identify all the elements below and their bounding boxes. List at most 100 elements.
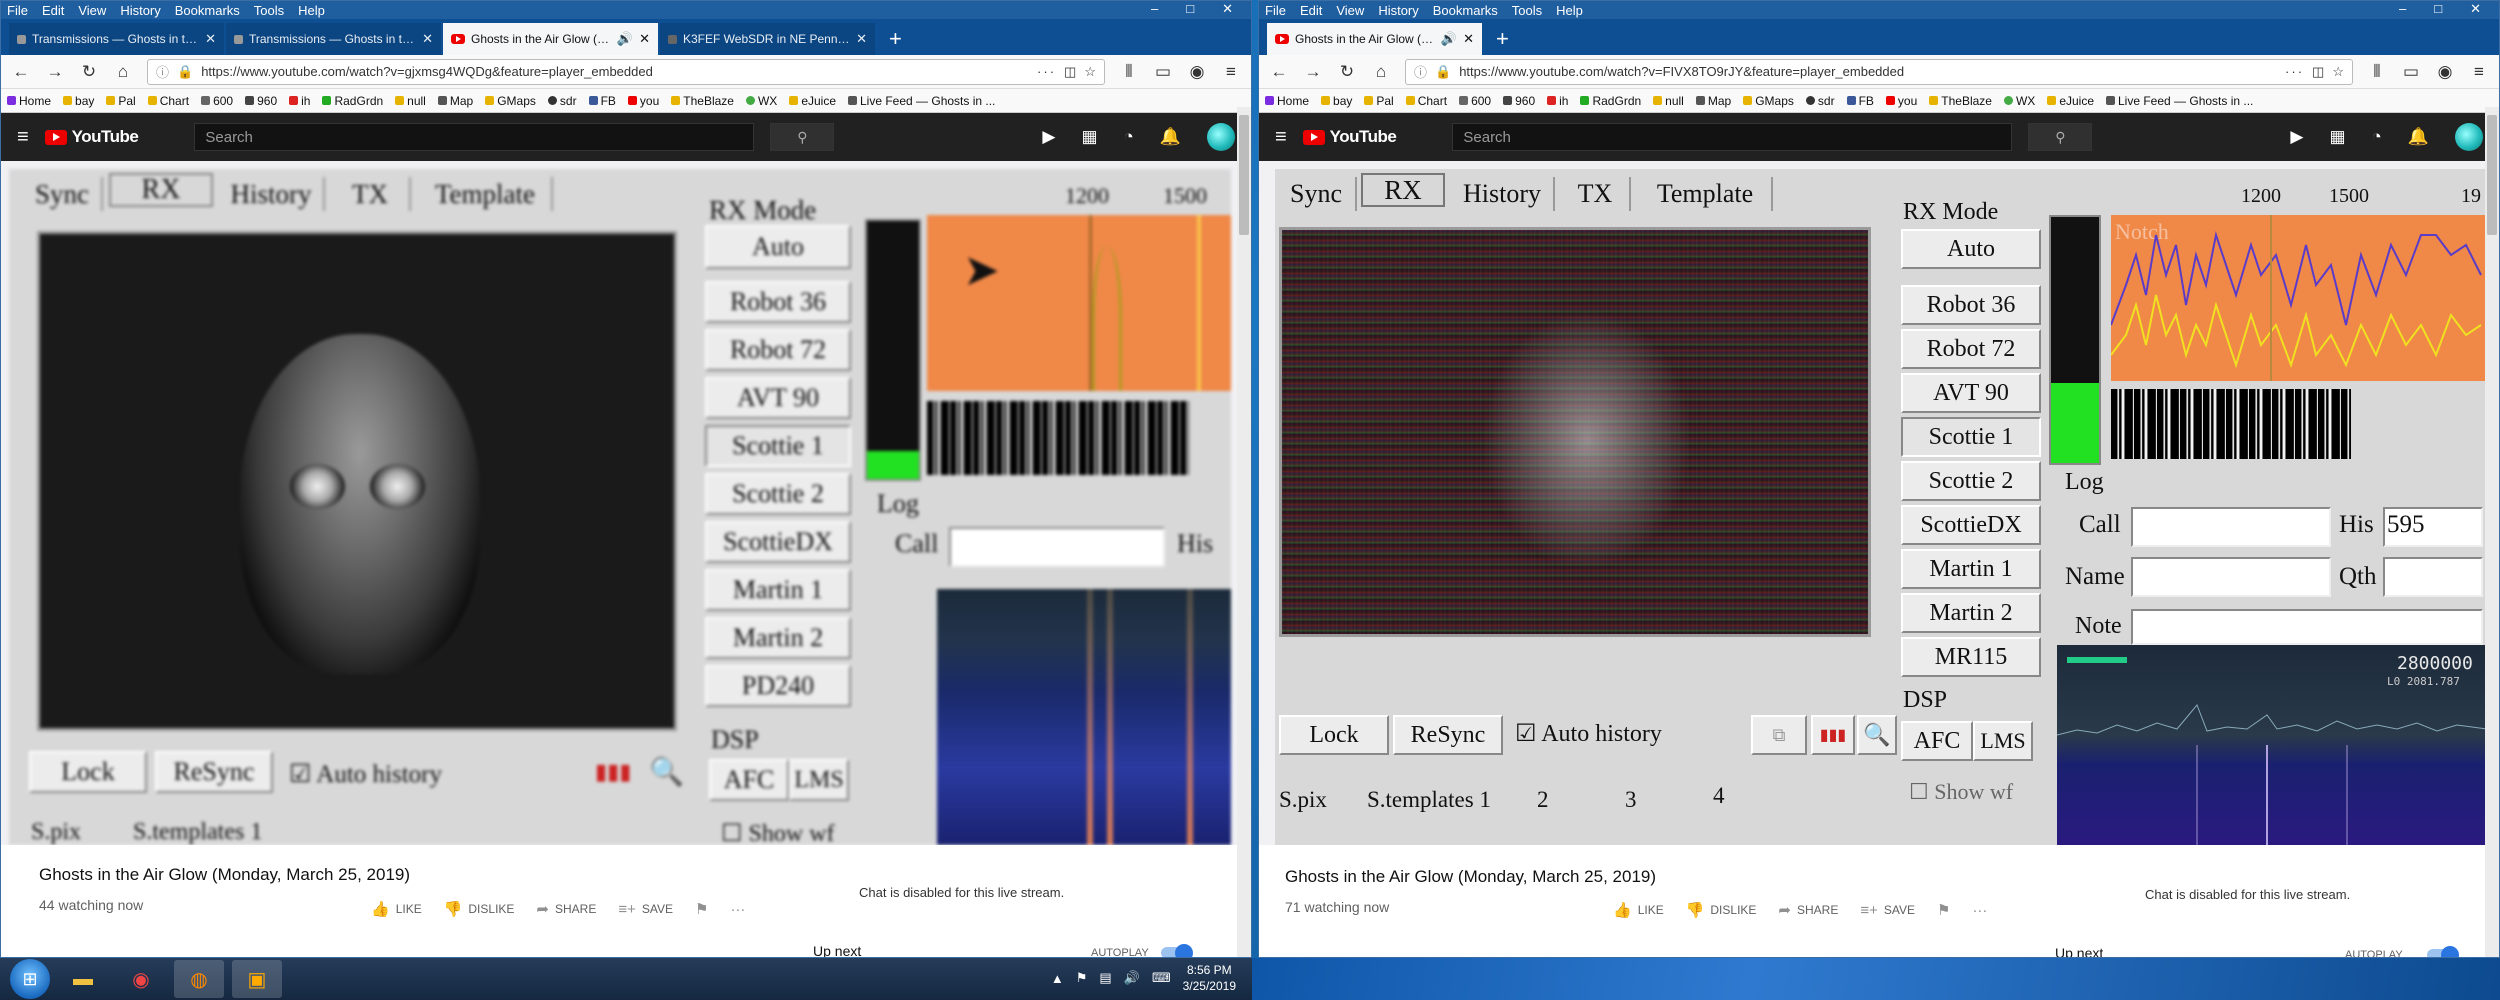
close-tab-icon[interactable]: ✕ xyxy=(856,31,867,47)
bookmark[interactable]: TheBlaze xyxy=(1929,94,1992,108)
mode-robot-72[interactable]: Robot 72 xyxy=(705,329,851,371)
menu-view[interactable]: View xyxy=(1336,3,1364,18)
mode-avt-90[interactable]: AVT 90 xyxy=(1901,373,2041,413)
mode-scottie-1[interactable]: Scottie 1 xyxy=(705,425,851,467)
start-button[interactable]: ⊞ xyxy=(10,959,50,999)
name-input[interactable] xyxy=(2131,557,2331,597)
bookmark[interactable]: sdr xyxy=(1805,94,1835,108)
star-icon[interactable]: ☆ xyxy=(1084,64,1096,80)
color-bars-button[interactable]: ▮▮▮ xyxy=(1811,715,1855,755)
tab-sync[interactable]: Sync xyxy=(1277,177,1357,211)
menu-file[interactable]: File xyxy=(1265,3,1286,18)
mode-mr115[interactable]: MR115 xyxy=(1901,637,2041,677)
create-video-icon[interactable]: ▶︎ xyxy=(1042,127,1055,147)
messages-icon[interactable]: ◔ xyxy=(1124,127,1134,147)
browser-tab[interactable]: Transmissions — Ghosts in the Air ✕ xyxy=(226,23,441,55)
save-button[interactable]: ≡+ SAVE xyxy=(1860,902,1915,919)
bookmark[interactable]: null xyxy=(1653,94,1684,108)
url-bar[interactable]: ⓘ 🔒 https://www.youtube.com/watch?v=FIVX… xyxy=(1405,58,2353,85)
menu-help[interactable]: Help xyxy=(1556,3,1583,18)
back-arrow-icon[interactable]: ← xyxy=(11,62,31,82)
file-explorer-icon[interactable]: ▬ xyxy=(58,960,108,998)
create-video-icon[interactable]: ▶︎ xyxy=(2290,127,2303,147)
report-button[interactable]: ⚑ xyxy=(1937,901,1950,919)
mode-auto[interactable]: Auto xyxy=(1901,229,2041,269)
messages-icon[interactable]: ◔ xyxy=(2372,127,2382,147)
share-button[interactable]: ➦ SHARE xyxy=(536,900,596,918)
firefox-icon[interactable]: ◍ xyxy=(174,960,224,998)
pocket-icon[interactable]: ◫ xyxy=(2312,64,2324,80)
lock-button[interactable]: Lock xyxy=(1279,715,1389,755)
bookmark[interactable]: Live Feed — Ghosts in ... xyxy=(2106,94,2253,108)
mode-scottiedx[interactable]: ScottieDX xyxy=(1901,505,2041,545)
volume-icon[interactable]: 🔊 xyxy=(1124,970,1140,986)
menu-history[interactable]: History xyxy=(120,3,160,18)
like-button[interactable]: 👍 LIKE xyxy=(1613,901,1664,919)
note-input[interactable] xyxy=(2131,609,2483,645)
maximize-button[interactable]: □ xyxy=(2434,1,2442,17)
new-tab-button[interactable]: + xyxy=(877,23,914,55)
templates-tab-4[interactable]: 4 xyxy=(1713,783,1725,809)
bookmark[interactable]: TheBlaze xyxy=(671,94,734,108)
keyboard-icon[interactable]: ⌨ xyxy=(1152,970,1171,986)
browser-tab[interactable]: Transmissions — Ghosts in the Air ✕ xyxy=(9,23,224,55)
browser-tab[interactable]: K3FEF WebSDR in NE Pennsylvania ✕ xyxy=(660,23,875,55)
youtube-logo[interactable]: YouTube xyxy=(1302,127,1397,147)
maximize-button[interactable]: □ xyxy=(1186,1,1194,17)
dislike-button[interactable]: 👎 DISLIKE xyxy=(444,900,515,918)
notifications-bell-icon[interactable]: 🔔 xyxy=(1160,127,1181,147)
home-icon[interactable]: ⌂ xyxy=(1371,62,1391,82)
menu-tools[interactable]: Tools xyxy=(254,3,284,18)
call-input[interactable] xyxy=(949,527,1165,567)
reload-icon[interactable]: ↻ xyxy=(79,62,99,82)
apps-grid-icon[interactable]: ▦ xyxy=(1081,127,1097,147)
menu-icon[interactable]: ≡ xyxy=(1221,62,1241,82)
autoplay-toggle[interactable] xyxy=(2427,946,2459,957)
bookmark[interactable]: RadGrdn xyxy=(1580,94,1641,108)
mode-pd240[interactable]: PD240 xyxy=(705,665,851,707)
copy-button[interactable]: ⧉ xyxy=(1751,715,1807,755)
bookmark[interactable]: WX xyxy=(2003,94,2035,108)
bookmark[interactable]: 600 xyxy=(201,94,233,108)
stemplates-tab[interactable]: S.templates 1 xyxy=(1367,787,1491,813)
afc-button[interactable]: AFC xyxy=(709,759,789,801)
tab-rx[interactable]: RX xyxy=(1361,173,1445,207)
menu-icon[interactable]: ≡ xyxy=(2469,62,2489,82)
templates-tab-3[interactable]: 3 xyxy=(1625,787,1637,813)
minimize-button[interactable]: – xyxy=(2399,1,2406,17)
library-icon[interactable]: ⫴ xyxy=(2367,62,2387,82)
forward-arrow-icon[interactable]: → xyxy=(45,62,65,82)
bookmark[interactable]: Home xyxy=(7,94,51,108)
stemplates-tab[interactable]: S.templates 1 xyxy=(133,819,262,845)
bookmark[interactable]: Map xyxy=(437,94,473,108)
show-wf-checkbox[interactable]: ☐ Show wf xyxy=(721,819,835,845)
qth-input[interactable] xyxy=(2383,557,2483,597)
mode-robot-36[interactable]: Robot 36 xyxy=(1901,285,2041,325)
browser-tab-active[interactable]: Ghosts in the Air Glow (Monday, March 25… xyxy=(1267,23,1482,55)
info-icon[interactable]: ⓘ xyxy=(156,62,169,81)
tab-rx[interactable]: RX xyxy=(109,173,213,207)
video-player[interactable]: Sync RX History TX Template RX Mode Auto… xyxy=(1275,169,2487,845)
spix-tab[interactable]: S.pix xyxy=(31,819,81,845)
scrollbar-thumb[interactable] xyxy=(2487,115,2497,235)
bookmark[interactable]: GMaps xyxy=(485,94,536,108)
menu-help[interactable]: Help xyxy=(298,3,325,18)
report-button[interactable]: ⚑ xyxy=(695,900,708,918)
url-bar[interactable]: ⓘ 🔒 https://www.youtube.com/watch?v=gjxm… xyxy=(147,58,1105,85)
dislike-button[interactable]: 👎 DISLIKE xyxy=(1686,901,1757,919)
hamburger-menu-icon[interactable]: ≡ xyxy=(17,126,29,149)
bookmark[interactable]: 960 xyxy=(245,94,277,108)
hamburger-menu-icon[interactable]: ≡ xyxy=(1275,126,1287,149)
bookmark[interactable]: eJuice xyxy=(789,94,836,108)
speaker-icon[interactable]: 🔊 xyxy=(1441,31,1457,47)
flag-icon[interactable]: ⚑ xyxy=(1076,970,1088,986)
bookmark[interactable]: Pal xyxy=(106,94,136,108)
resync-button[interactable]: ReSync xyxy=(1393,715,1503,755)
close-tab-icon[interactable]: ✕ xyxy=(205,31,216,47)
mode-robot-72[interactable]: Robot 72 xyxy=(1901,329,2041,369)
tab-sync[interactable]: Sync xyxy=(23,177,103,211)
bookmark[interactable]: bay xyxy=(1321,94,1352,108)
chrome-icon[interactable]: ◉ xyxy=(116,960,166,998)
menu-bookmarks[interactable]: Bookmarks xyxy=(175,3,240,18)
tab-history[interactable]: History xyxy=(1451,177,1555,211)
